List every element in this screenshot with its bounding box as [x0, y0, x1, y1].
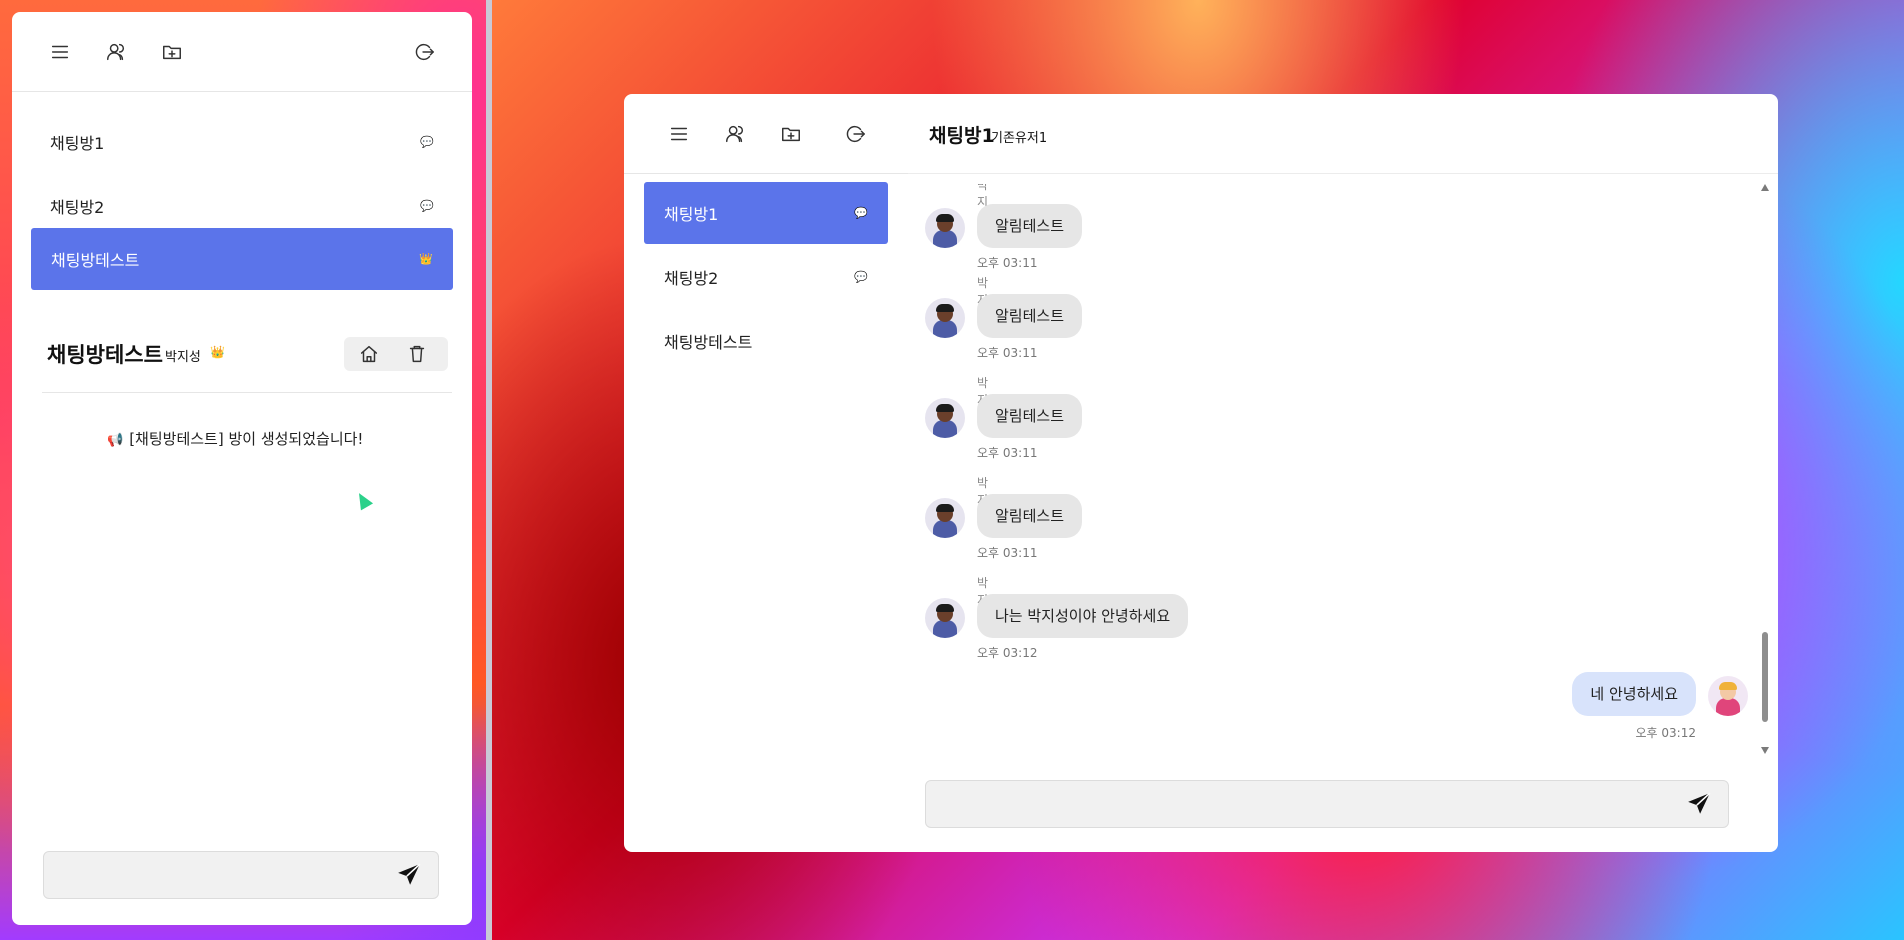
send-icon[interactable]	[1686, 791, 1714, 819]
room-label: 채팅방2	[50, 198, 105, 217]
sidebar-toolbar	[624, 94, 908, 174]
message-time: 오후 03:11	[977, 446, 1038, 460]
message-time: 오후 03:12	[977, 646, 1038, 660]
crown-icon: 👑	[419, 252, 433, 266]
crown-icon: 👑	[210, 345, 225, 359]
message-time: 오후 03:12	[1635, 726, 1696, 740]
left-toolbar	[12, 12, 472, 92]
menu-icon[interactable]	[664, 119, 694, 149]
message-list: 박지성 알림테스트 오후 03:11 박지성 알림테스트 오후 03:11 박지…	[908, 184, 1748, 758]
message-time: 오후 03:11	[977, 546, 1038, 560]
right-chat-app: 채팅방1 💬 채팅방2 💬 채팅방테스트 채팅방1 기존유저1 박지성 알림테스…	[624, 94, 1778, 852]
message-bubble: 나는 박지성이야 안녕하세요	[977, 594, 1189, 638]
channel-title: 채팅방테스트	[47, 343, 163, 367]
chat-header: 채팅방1 기존유저1	[908, 94, 1778, 174]
megaphone-icon: 📢	[107, 433, 124, 448]
chat-subtitle: 기존유저1	[991, 131, 1048, 146]
menu-icon[interactable]	[45, 37, 75, 67]
room-item-test[interactable]: 채팅방테스트	[644, 310, 888, 372]
chat-bubble-icon: 💬	[420, 199, 434, 213]
avatar	[925, 498, 965, 538]
room-label: 채팅방2	[664, 269, 719, 288]
channel-divider	[42, 392, 452, 393]
trash-icon[interactable]	[402, 339, 432, 369]
avatar	[925, 598, 965, 638]
folder-plus-icon[interactable]	[776, 119, 806, 149]
scroll-thumb[interactable]	[1762, 632, 1768, 722]
avatar	[925, 208, 965, 248]
system-message: 📢 [채팅방테스트] 방이 생성되었습니다!	[107, 428, 363, 449]
users-icon[interactable]	[101, 37, 131, 67]
chat-bubble-icon: 💬	[854, 206, 868, 220]
message-time: 오후 03:11	[977, 346, 1038, 360]
message-bubble: 알림테스트	[977, 204, 1083, 248]
message-scrollbar[interactable]	[1760, 184, 1770, 754]
message-bubble: 알림테스트	[977, 494, 1083, 538]
room-label: 채팅방테스트	[664, 333, 753, 352]
avatar	[925, 398, 965, 438]
message-bubble: 네 안녕하세요	[1572, 672, 1696, 716]
logout-icon[interactable]	[409, 37, 439, 67]
channel-owner: 박지성	[165, 350, 201, 365]
left-message-input[interactable]	[54, 860, 382, 890]
room-item-test-active[interactable]: 채팅방테스트 👑	[31, 228, 453, 290]
scroll-down-icon[interactable]	[1761, 747, 1769, 754]
users-icon[interactable]	[720, 119, 750, 149]
message-composer	[925, 780, 1729, 828]
left-message-composer	[43, 851, 439, 899]
room-sidebar: 채팅방1 💬 채팅방2 💬 채팅방테스트	[624, 94, 908, 852]
message-bubble: 알림테스트	[977, 394, 1083, 438]
avatar	[1708, 676, 1748, 716]
room-item-1-active[interactable]: 채팅방1 💬	[644, 182, 888, 244]
send-icon[interactable]	[396, 862, 424, 890]
left-chat-app: 채팅방1 💬 채팅방2 💬 채팅방테스트 👑 채팅방테스트 박지성 👑 📢 [채팅…	[12, 12, 472, 925]
scroll-up-icon[interactable]	[1761, 184, 1769, 191]
room-label: 채팅방테스트	[51, 251, 140, 270]
message-time: 오후 03:11	[977, 256, 1038, 270]
folder-plus-icon[interactable]	[157, 37, 187, 67]
room-item-2[interactable]: 채팅방2 💬	[644, 246, 888, 308]
chat-bubble-icon: 💬	[854, 270, 868, 284]
message-input[interactable]	[936, 789, 1672, 819]
room-label: 채팅방1	[50, 134, 105, 153]
avatar	[925, 298, 965, 338]
logout-icon[interactable]	[840, 119, 870, 149]
mouse-cursor-icon	[352, 489, 374, 511]
channel-actions	[344, 337, 448, 371]
room-item-1[interactable]: 채팅방1 💬	[30, 111, 454, 173]
chat-pane: 채팅방1 기존유저1 박지성 알림테스트 오후 03:11 박지성 알림테스트 …	[908, 94, 1778, 852]
system-message-text: [채팅방테스트] 방이 생성되었습니다!	[129, 430, 364, 448]
message-bubble: 알림테스트	[977, 294, 1083, 338]
home-icon[interactable]	[354, 339, 384, 369]
chat-bubble-icon: 💬	[420, 135, 434, 149]
chat-title: 채팅방1	[929, 125, 995, 147]
room-label: 채팅방1	[664, 205, 719, 224]
